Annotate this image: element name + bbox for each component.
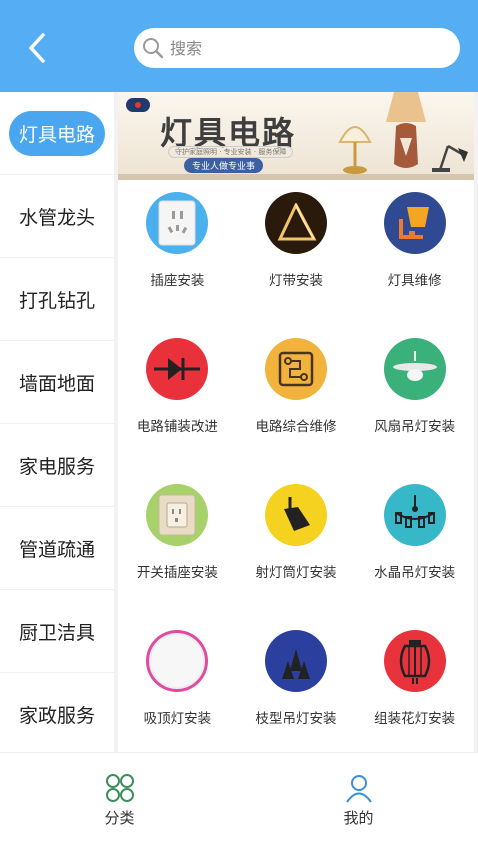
service-item-crystal-chandelier-install[interactable]: 水晶吊灯安装 [355,482,474,628]
sidebar-item-label: 打孔钻孔 [18,289,95,312]
sidebar-item-housekeeping[interactable]: 家政服务 [0,673,114,752]
tab-category[interactable]: 分类 [0,753,239,850]
search-box[interactable] [134,28,460,68]
sidebar-item-pipe-clearing[interactable]: 管道疏通 [0,507,114,590]
sidebar-item-label: 灯具电路 [8,110,105,156]
diode-icon [146,338,209,400]
service-label: 电路铺装改进 [136,419,218,435]
search-input[interactable] [170,38,420,58]
branch-chandelier-icon [264,630,327,692]
service-label: 风扇吊灯安装 [374,419,456,435]
category-sidebar: 灯具电路 水管龙头 打孔钻孔 墙面地面 家电服务 管道疏通 厨卫洁具 家政服务 [0,92,114,752]
service-label: 灯具维修 [387,273,442,289]
service-label: 灯带安装 [268,273,323,289]
lantern-icon [383,630,446,692]
socket-icon [146,192,209,254]
category-banner[interactable]: 灯具电路 守护家庭照明 · 专业安装 · 服务保障 专业人做专业事 [118,92,474,180]
service-item-socket-install[interactable]: 插座安装 [118,190,237,336]
chandelier-icon [383,484,446,546]
sidebar-item-label: 家电服务 [18,455,95,478]
sidebar-item-label: 厨卫洁具 [18,621,95,644]
sidebar-item-plumbing[interactable]: 水管龙头 [0,175,114,258]
lamp-repair-icon [383,192,446,254]
sidebar-item-label: 水管龙头 [18,206,95,229]
tab-label: 我的 [343,809,374,827]
sidebar-item-drilling[interactable]: 打孔钻孔 [0,258,114,341]
switch-socket-icon [146,484,209,546]
service-label: 水晶吊灯安装 [374,565,456,581]
floor-lamp-icon [386,92,426,168]
service-label: 枝型吊灯安装 [255,711,337,727]
banner-tagline: 专业人做专业事 [184,158,264,173]
sidebar-item-label: 家政服务 [18,704,95,727]
service-item-spotlight-install[interactable]: 射灯筒灯安装 [237,482,356,628]
service-label: 插座安装 [150,273,205,289]
service-item-circuit-repair[interactable]: 电路综合维修 [237,336,356,482]
service-label: 开关插座安装 [136,565,218,581]
service-label: 组装花灯安装 [374,711,456,727]
service-item-switch-socket-install[interactable]: 开关插座安装 [118,482,237,628]
circuit-board-icon [264,338,327,400]
service-content: 灯具电路 守护家庭照明 · 专业安装 · 服务保障 专业人做专业事 插座安装 灯… [118,92,474,752]
user-icon [345,775,372,803]
service-item-light-strip-install[interactable]: 灯带安装 [237,190,356,336]
light-strip-icon [264,192,327,254]
spotlight-icon [264,484,327,546]
service-item-lamp-repair[interactable]: 灯具维修 [355,190,474,336]
service-label: 电路综合维修 [255,419,337,435]
service-item-circuit-layout[interactable]: 电路铺装改进 [118,336,237,482]
fan-light-icon [383,338,446,400]
table-lamp-icon [338,126,372,174]
tab-label: 分类 [104,809,135,827]
ceiling-light-icon [146,630,209,692]
service-label: 吸顶灯安装 [143,711,212,727]
grid-category-icon [105,774,134,802]
sidebar-item-lighting-circuit[interactable]: 灯具电路 [0,92,114,175]
header-bar [0,0,478,92]
desk-lamp-icon [432,144,468,172]
service-label: 射灯筒灯安装 [255,565,337,581]
banner-subtitle: 守护家庭照明 · 专业安装 · 服务保障 [168,146,294,158]
sidebar-item-label: 墙面地面 [18,372,95,395]
service-grid: 插座安装 灯带安装 灯具维修 电路铺装改进 电路综合维修 风扇吊灯安装 开关插座… [118,180,474,752]
sidebar-item-wall-floor[interactable]: 墙面地面 [0,341,114,424]
sidebar-item-appliance[interactable]: 家电服务 [0,424,114,507]
back-button[interactable] [22,30,52,66]
bottom-tab-bar: 分类 我的 [0,752,478,850]
sidebar-item-kitchen-bath[interactable]: 厨卫洁具 [0,590,114,673]
brand-logo-icon [126,98,150,112]
sidebar-item-label: 管道疏通 [18,538,95,561]
search-icon [140,35,166,61]
service-item-branch-chandelier-install[interactable]: 枝型吊灯安装 [237,628,356,752]
chevron-left-icon [29,33,45,63]
service-item-fan-light-install[interactable]: 风扇吊灯安装 [355,336,474,482]
service-item-assembled-lantern-install[interactable]: 组装花灯安装 [355,628,474,752]
service-item-ceiling-light-install[interactable]: 吸顶灯安装 [118,628,237,752]
tab-mine[interactable]: 我的 [239,753,478,850]
